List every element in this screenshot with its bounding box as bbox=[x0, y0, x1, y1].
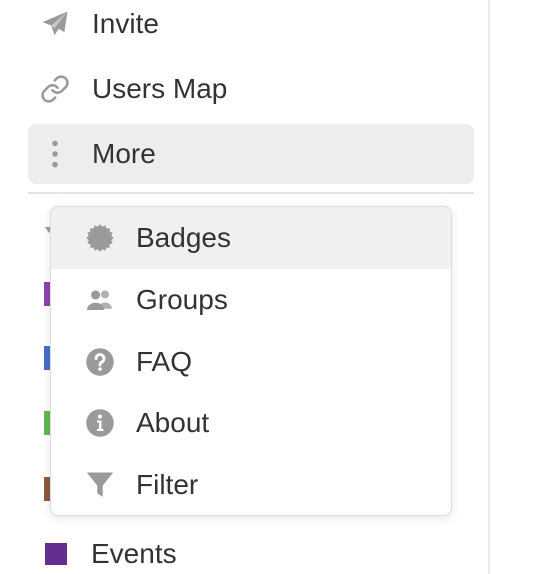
page: Invite Users Map More Events Badges Grou… bbox=[0, 0, 540, 574]
sidebar-item-invite[interactable]: Invite bbox=[28, 0, 474, 54]
menu-item-badges[interactable]: Badges bbox=[51, 207, 451, 269]
menu-item-label: About bbox=[136, 407, 210, 438]
menu-item-label: Filter bbox=[136, 469, 199, 500]
sidebar-item-users-map[interactable]: Users Map bbox=[28, 59, 474, 119]
sidebar-divider bbox=[28, 192, 474, 194]
paper-plane-icon bbox=[40, 9, 70, 39]
menu-item-about[interactable]: About bbox=[51, 392, 451, 454]
more-menu-dropdown: Badges Groups FAQ About Filter bbox=[50, 206, 452, 516]
users-icon bbox=[85, 285, 115, 315]
sidebar-border bbox=[488, 0, 490, 574]
sidebar-item-label: Events bbox=[91, 538, 177, 569]
sidebar-item-label: More bbox=[92, 138, 156, 169]
category-color-swatch bbox=[45, 543, 67, 565]
sidebar-item-label: Invite bbox=[92, 8, 159, 39]
sidebar-item-label: Users Map bbox=[92, 73, 228, 104]
menu-item-faq[interactable]: FAQ bbox=[51, 331, 451, 393]
menu-item-label: Groups bbox=[136, 284, 228, 315]
badge-icon bbox=[85, 223, 115, 253]
link-icon bbox=[40, 74, 70, 104]
sidebar-item-events[interactable]: Events bbox=[28, 526, 177, 574]
menu-item-groups[interactable]: Groups bbox=[51, 269, 451, 331]
sidebar-item-more[interactable]: More bbox=[28, 124, 474, 184]
info-circle-icon bbox=[85, 408, 115, 438]
question-circle-icon bbox=[85, 347, 115, 377]
filter-icon bbox=[85, 470, 115, 500]
menu-item-label: Badges bbox=[136, 222, 231, 253]
menu-item-filter[interactable]: Filter bbox=[51, 454, 451, 515]
menu-item-label: FAQ bbox=[136, 346, 193, 377]
vertical-ellipsis-icon bbox=[40, 139, 70, 169]
